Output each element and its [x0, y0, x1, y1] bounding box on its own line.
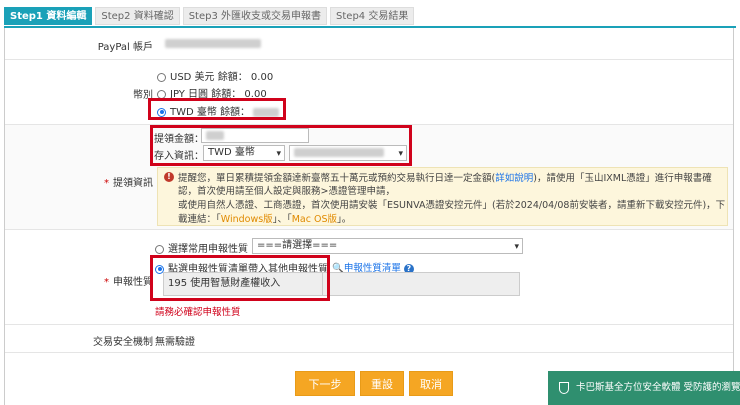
next-button[interactable]: 下一步 — [295, 371, 355, 396]
step-2-tab: Step2 資料確認 — [95, 7, 180, 25]
step-label: 外匯收支或交易申報書 — [221, 11, 322, 22]
withdraw-label: * 提領資訊 — [5, 174, 153, 189]
step-num: Step1 — [10, 11, 43, 22]
notice-line-3: 或使用自然人憑證、工商憑證，首次使用請安裝「ESUNVA憑證安控元件」(若於20… — [178, 200, 726, 211]
security-toast[interactable]: 卡巴斯基全方位安全軟體 受防護的瀏覽器 — [548, 371, 740, 405]
nature-option-common[interactable]: 選擇常用申報性質 — [155, 240, 248, 255]
notice-line-2: 認，首次使用請至個人設定與服務>憑證管理申請， — [178, 186, 395, 197]
required-mark: * — [104, 277, 109, 288]
withdraw-highlight-box — [150, 125, 412, 166]
nature-error-text: 請務必確認申報性質 — [155, 307, 241, 318]
usd-radio[interactable] — [157, 72, 166, 82]
nature-label-text: 申報性質 — [113, 277, 153, 288]
common-nature-radio[interactable] — [155, 244, 164, 254]
paypal-label: PayPal 帳戶 — [97, 42, 153, 53]
paypal-account-redacted — [165, 39, 261, 48]
windows-download-link[interactable]: Windows版 — [221, 214, 273, 225]
action-buttons: 下一步 重設 取消 — [295, 371, 453, 396]
alert-icon: ! — [164, 172, 174, 182]
currency-label: 幣別 — [133, 90, 153, 101]
step-1-tab: Step1 資料編輯 — [4, 7, 93, 25]
details-link[interactable]: 詳如說明 — [495, 173, 533, 184]
step-label: 資料確認 — [133, 11, 174, 22]
common-nature-select[interactable]: ===請選擇=== ▾ — [252, 238, 523, 254]
reset-button[interactable]: 重設 — [360, 371, 404, 396]
common-nature-select-value: ===請選擇=== — [257, 240, 338, 251]
step-num: Step3 — [188, 11, 218, 22]
step-4-tab: Step4 交易結果 — [330, 7, 415, 25]
step-num: Step4 — [336, 11, 366, 22]
usd-balance-label: 餘額： — [217, 72, 248, 83]
withdraw-label-text: 提領資訊 — [113, 178, 153, 189]
security-row: 交易安全機制 無需驗證 — [5, 325, 733, 353]
step-tabs: Step1 資料編輯 Step2 資料確認 Step3 外匯收支或交易申報書 S… — [4, 7, 415, 25]
shield-icon — [559, 382, 569, 394]
step-3-tab: Step3 外匯收支或交易申報書 — [182, 7, 328, 25]
twd-highlight-box — [148, 98, 286, 120]
macos-download-link[interactable]: Mac OS版 — [292, 214, 337, 225]
security-label: 交易安全機制 — [93, 337, 153, 348]
chevron-down-icon: ▾ — [514, 242, 519, 252]
currency-row: 幣別 USD 美元 餘額： 0.00 JPY 日圓 餘額： 0.00 TWD 臺… — [5, 60, 733, 125]
step-num: Step2 — [101, 11, 131, 22]
nature-value-field-ext — [323, 272, 520, 296]
toast-text: 卡巴斯基全方位安全軟體 受防護的瀏覽器 — [576, 382, 740, 393]
step-label: 交易結果 — [368, 11, 409, 22]
usd-text: USD 美元 — [170, 72, 215, 83]
certificate-notice: ! 提醒您，單日累積提領金額達新臺幣五十萬元或預約交易執行日達一定金額(詳如說明… — [157, 167, 728, 226]
required-mark: * — [104, 178, 109, 189]
usd-balance: 0.00 — [250, 72, 274, 83]
security-value: 無需驗證 — [155, 337, 195, 348]
notice-line-4: 載連結：「Windows版」、「Mac OS版」。 — [178, 214, 352, 225]
currency-option-usd[interactable]: USD 美元 餘額： 0.00 — [157, 68, 273, 83]
common-nature-text: 選擇常用申報性質 — [168, 244, 248, 255]
notice-line-1: 提醒您，單日累積提領金額達新臺幣五十萬元或預約交易執行日達一定金額(詳如說明)，… — [178, 173, 712, 184]
cancel-button[interactable]: 取消 — [409, 371, 453, 396]
nature-label: * 申報性質 — [5, 273, 153, 288]
nature-highlight-box — [150, 255, 330, 301]
paypal-row: PayPal 帳戶 — [5, 28, 733, 60]
step-label: 資料編輯 — [46, 11, 87, 22]
